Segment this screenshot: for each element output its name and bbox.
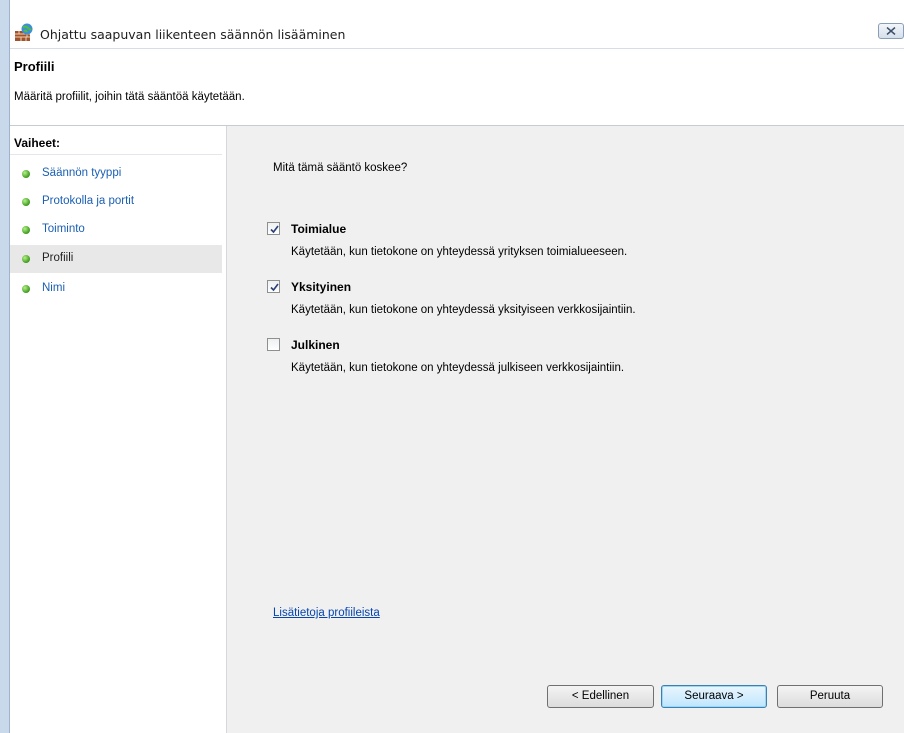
step-label: Protokolla ja portit xyxy=(42,195,135,207)
step-label: Nimi xyxy=(42,282,65,294)
step-label: Profiili xyxy=(42,252,74,264)
cancel-button[interactable]: Peruuta xyxy=(777,685,883,708)
steps-heading-divider xyxy=(10,154,222,155)
page-header: Profiili Määritä profiilit, joihin tätä … xyxy=(10,49,904,125)
profiles-info-link[interactable]: Lisätietoja profiileista xyxy=(273,607,380,619)
option-label: Yksityinen xyxy=(291,280,352,294)
checkmark-icon xyxy=(270,225,279,234)
steps-heading: Vaiheet: xyxy=(14,136,61,150)
title-bar: Ohjattu saapuvan liikenteen säännön lisä… xyxy=(10,20,904,49)
window-title: Ohjattu saapuvan liikenteen säännön lisä… xyxy=(40,27,346,42)
page-description: Määritä profiilit, joihin tätä sääntöä k… xyxy=(14,91,245,103)
green-dot-icon xyxy=(22,285,30,293)
option-toimialue: Toimialue Käytetään, kun tietokone on yh… xyxy=(267,222,887,270)
green-dot-icon xyxy=(22,255,30,263)
checkbox-julkinen[interactable] xyxy=(267,338,280,351)
option-label: Toimialue xyxy=(291,222,347,236)
step-profiili[interactable]: Profiili xyxy=(10,245,222,273)
green-dot-icon xyxy=(22,226,30,234)
option-description: Käytetään, kun tietokone on yhteydessä j… xyxy=(291,362,625,374)
option-description: Käytetään, kun tietokone on yhteydessä y… xyxy=(291,246,628,258)
checkmark-icon xyxy=(270,283,279,292)
green-dot-icon xyxy=(22,198,30,206)
back-button[interactable]: < Edellinen xyxy=(547,685,654,708)
main-content: Mitä tämä sääntö koskee? Toimialue Käyte… xyxy=(227,126,904,733)
page-title: Profiili xyxy=(14,59,55,74)
option-description: Käytetään, kun tietokone on yhteydessä y… xyxy=(291,304,636,316)
close-button[interactable] xyxy=(878,23,904,39)
step-saannon-tyyppi[interactable]: Säännön tyyppi xyxy=(10,160,222,188)
step-toiminto[interactable]: Toiminto xyxy=(10,216,222,244)
option-julkinen: Julkinen Käytetään, kun tietokone on yht… xyxy=(267,338,887,386)
option-label: Julkinen xyxy=(291,338,340,352)
checkbox-toimialue[interactable] xyxy=(267,222,280,235)
step-label: Toiminto xyxy=(42,223,85,235)
step-protokolla-ja-portit[interactable]: Protokolla ja portit xyxy=(10,188,222,216)
next-button[interactable]: Seuraava > xyxy=(661,685,767,708)
step-label: Säännön tyyppi xyxy=(42,167,122,179)
step-nimi[interactable]: Nimi xyxy=(10,275,222,303)
option-yksityinen: Yksityinen Käytetään, kun tietokone on y… xyxy=(267,280,887,328)
window-left-edge xyxy=(0,0,10,733)
steps-sidebar: Vaiheet: Säännön tyyppi Protokolla ja po… xyxy=(10,126,227,733)
close-icon xyxy=(886,27,896,35)
checkbox-yksityinen[interactable] xyxy=(267,280,280,293)
green-dot-icon xyxy=(22,170,30,178)
profile-question: Mitä tämä sääntö koskee? xyxy=(273,162,408,174)
firewall-icon xyxy=(14,23,34,43)
